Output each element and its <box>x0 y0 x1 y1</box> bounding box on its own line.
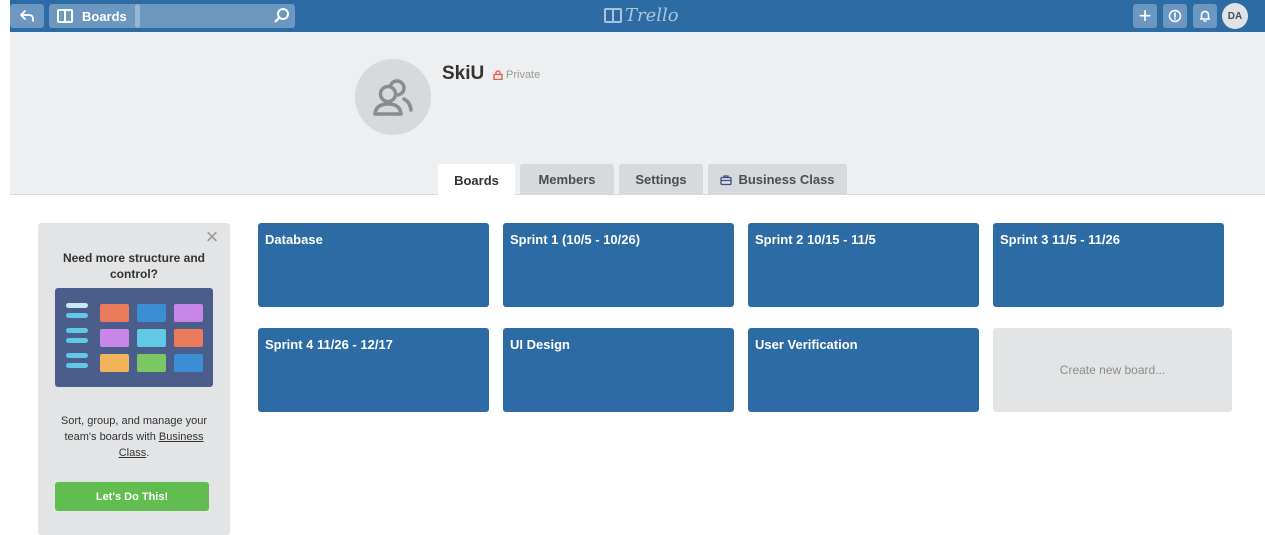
illustration-pill <box>66 313 88 318</box>
info-button[interactable] <box>1163 4 1187 28</box>
promo-description: Sort, group, and manage your team's boar… <box>50 413 218 461</box>
illustration-tile <box>100 329 129 347</box>
illustration-tile <box>100 304 129 322</box>
illustration-pill <box>66 338 88 343</box>
tab-boards[interactable]: Boards <box>438 164 515 196</box>
trello-logo-text: Trello <box>625 5 679 26</box>
illustration-pill <box>66 328 88 333</box>
board-tile[interactable]: UI Design <box>503 328 734 412</box>
illustration-pill <box>66 363 88 368</box>
close-icon[interactable]: × <box>204 226 220 248</box>
tab-settings[interactable]: Settings <box>619 164 703 195</box>
illustration-tile <box>174 354 203 372</box>
top-bar: Boards Trello + DA <box>10 0 1265 32</box>
create-new-board-button[interactable]: Create new board... <box>993 328 1232 412</box>
board-collections-illustration <box>55 288 213 387</box>
lock-icon <box>493 70 503 80</box>
illustration-tile <box>174 329 203 347</box>
search-input[interactable] <box>135 4 295 28</box>
trello-logo-icon <box>604 8 622 23</box>
illustration-tile <box>137 354 166 372</box>
back-arrow-icon <box>20 10 34 22</box>
search-icon[interactable] <box>272 6 292 26</box>
tab-members[interactable]: Members <box>520 164 614 195</box>
team-icon <box>373 79 413 116</box>
plus-icon: + <box>1138 3 1152 28</box>
boards-button-label: Boards <box>82 8 127 24</box>
team-tabs: Boards Members Settings Business Class <box>438 164 852 196</box>
tab-business-class[interactable]: Business Class <box>708 164 847 195</box>
team-header: SkiU Private Boards Members Settings Bus… <box>10 32 1265 196</box>
board-tile[interactable]: Sprint 4 11/26 - 12/17 <box>258 328 489 412</box>
promo-title: Need more structure and control? <box>62 251 206 281</box>
illustration-tile <box>137 304 166 322</box>
tab-business-class-label: Business Class <box>738 172 835 187</box>
board-tile[interactable]: Sprint 2 10/15 - 11/5 <box>748 223 979 307</box>
illustration-tile <box>137 329 166 347</box>
business-class-promo: × Need more structure and control? Sort,… <box>38 223 230 535</box>
board-tile[interactable]: Sprint 1 (10/5 - 10/26) <box>503 223 734 307</box>
illustration-pill <box>66 303 88 308</box>
team-name: SkiU <box>442 63 485 84</box>
illustration-tile <box>174 304 203 322</box>
visibility-badge[interactable]: Private <box>493 69 540 81</box>
illustration-tile <box>100 354 129 372</box>
team-avatar <box>355 59 431 135</box>
boards-button[interactable]: Boards <box>49 4 140 28</box>
visibility-label: Private <box>506 69 541 81</box>
info-icon <box>1168 9 1182 23</box>
promo-description-period: . <box>146 447 150 459</box>
notifications-button[interactable] <box>1193 4 1217 28</box>
bell-icon <box>1199 10 1211 22</box>
board-tile[interactable]: Sprint 3 11/5 - 11/26 <box>993 223 1224 307</box>
lets-do-this-button[interactable]: Let's Do This! <box>55 482 209 511</box>
boards-icon <box>57 9 73 23</box>
briefcase-icon <box>720 174 733 185</box>
back-button[interactable] <box>10 4 44 28</box>
board-tile[interactable]: Database <box>258 223 489 307</box>
illustration-pill <box>66 353 88 358</box>
create-button[interactable]: + <box>1133 3 1157 28</box>
board-tile[interactable]: User Verification <box>748 328 979 412</box>
trello-logo[interactable]: Trello <box>604 5 679 26</box>
user-avatar[interactable]: DA <box>1222 3 1248 29</box>
